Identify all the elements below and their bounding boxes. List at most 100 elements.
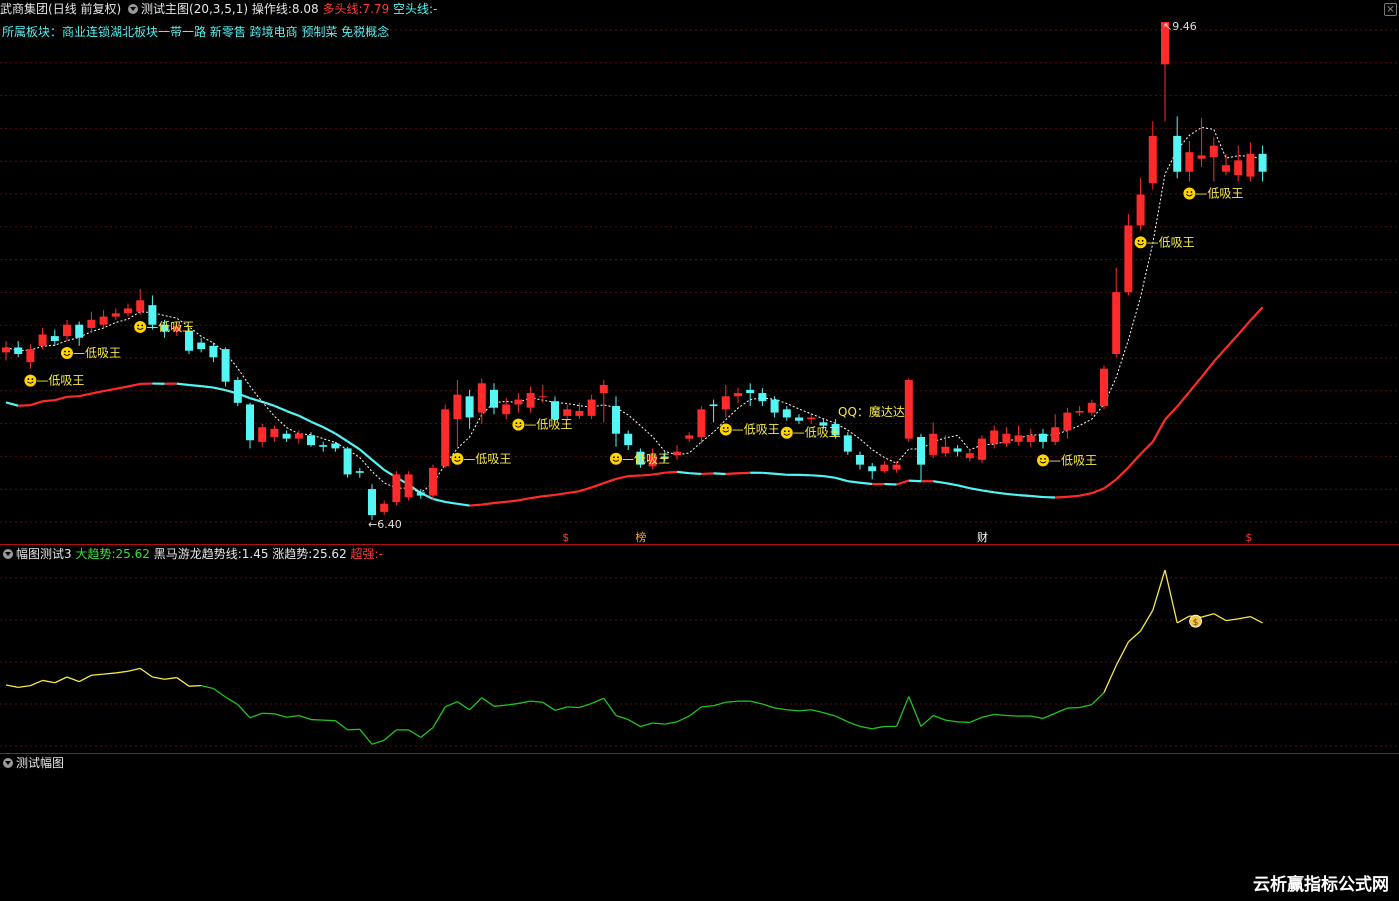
sub-trend-segment bbox=[823, 712, 836, 717]
smiley-icon bbox=[61, 346, 73, 359]
trend-line-segment bbox=[1139, 441, 1154, 455]
trend-line-segment bbox=[664, 470, 678, 474]
third-chart-header: 测试幅图 bbox=[0, 754, 64, 772]
candle bbox=[953, 445, 962, 457]
candle-body bbox=[307, 435, 315, 446]
horse-trend-value: 1.45 bbox=[241, 547, 269, 561]
sub-trend-segment bbox=[152, 676, 165, 680]
sub-trend-segment bbox=[1067, 706, 1080, 709]
trend-line-segment bbox=[1067, 494, 1080, 498]
trend-line-segment bbox=[1249, 306, 1264, 322]
smiley-face bbox=[610, 452, 622, 465]
smiley-icon bbox=[1037, 454, 1049, 467]
sub-trend-segment bbox=[103, 672, 116, 675]
candle bbox=[355, 467, 364, 478]
trend-line-segment bbox=[176, 382, 190, 387]
smiley-eye bbox=[1044, 457, 1046, 460]
trend-line-segment bbox=[286, 410, 300, 417]
kline-chart[interactable]: ↖9.46 ←6.40 —低吸王 —低吸王 —低吸王 —低吸王 —低吸王 —低吸王 —低吸王 —低… bbox=[0, 0, 1399, 901]
candle bbox=[978, 435, 986, 464]
sub-trend-segment bbox=[554, 706, 568, 711]
candle-body bbox=[87, 319, 96, 328]
candle-body bbox=[612, 406, 620, 434]
candle bbox=[526, 386, 535, 413]
smiley-eye bbox=[722, 427, 725, 429]
sub-trend-segment bbox=[994, 713, 1007, 717]
sub-trend-segment bbox=[774, 707, 787, 711]
sub-trend-segment bbox=[493, 704, 507, 707]
trend-line-segment bbox=[859, 481, 873, 486]
sub-trend-segment bbox=[932, 714, 946, 721]
candle bbox=[465, 389, 474, 429]
candle bbox=[1246, 142, 1255, 182]
candle-body bbox=[843, 435, 852, 452]
candle-body bbox=[2, 347, 10, 353]
sub-trend-segment bbox=[1140, 609, 1154, 632]
candle bbox=[87, 311, 96, 333]
sub-trend-segment bbox=[542, 701, 556, 711]
sub-chart-header: 幅图测试3 大趋势:25.62 黑马游龙趋势线:1.45 涨趋势:25.62 超… bbox=[0, 545, 383, 563]
sub-trend-segment bbox=[798, 709, 812, 712]
sub-trend-segment bbox=[5, 684, 19, 688]
sub-trend-segment bbox=[762, 703, 775, 709]
candle-body bbox=[1185, 152, 1194, 172]
trend-line-segment bbox=[811, 474, 824, 478]
trend-line-segment bbox=[701, 472, 714, 476]
candle bbox=[404, 471, 413, 501]
sub-trend-segment bbox=[274, 713, 287, 718]
trend-line-segment bbox=[127, 382, 141, 388]
smiley-icon bbox=[24, 374, 37, 387]
rise-trend-value: 25.62 bbox=[312, 547, 347, 561]
sub-trend-segment bbox=[1127, 630, 1142, 643]
candle bbox=[599, 380, 608, 423]
candle bbox=[209, 342, 218, 363]
smiley-eye bbox=[27, 378, 30, 381]
panel-separator-2 bbox=[0, 753, 1399, 754]
candle bbox=[111, 308, 120, 320]
candle bbox=[368, 484, 376, 520]
sub-trend-segment bbox=[872, 725, 885, 730]
candle bbox=[1161, 22, 1169, 122]
money-bag-glyph: $ bbox=[1193, 618, 1199, 628]
strong-label: 超强: bbox=[350, 547, 379, 561]
sub-trend-segment bbox=[640, 722, 653, 728]
sub-trend-segment bbox=[42, 679, 55, 684]
candle-body bbox=[63, 324, 71, 337]
smiley-icon bbox=[512, 418, 525, 431]
trend-line-segment bbox=[78, 392, 92, 398]
sub-trend-segment bbox=[615, 714, 629, 721]
sub-trend-segment bbox=[676, 715, 690, 723]
third-indicator-settings-icon[interactable] bbox=[3, 758, 13, 768]
third-indicator-name[interactable]: 测试幅图 bbox=[16, 756, 64, 770]
candle-body bbox=[429, 467, 437, 496]
candle bbox=[233, 376, 242, 407]
smiley-face bbox=[1134, 236, 1147, 249]
smiley-icon bbox=[1134, 236, 1147, 249]
smiley-face bbox=[24, 374, 37, 387]
candle-body bbox=[197, 342, 206, 350]
trend-line-segment bbox=[1200, 360, 1215, 378]
candle bbox=[50, 329, 59, 346]
candle bbox=[1222, 153, 1230, 175]
smiley-eye bbox=[1040, 457, 1042, 460]
candle bbox=[1234, 145, 1243, 182]
sub-indicator-name[interactable]: 幅图测试3 bbox=[16, 547, 72, 561]
sub-indicator-settings-icon[interactable] bbox=[3, 549, 13, 559]
candle-body bbox=[1234, 160, 1243, 175]
candle-body bbox=[892, 464, 901, 470]
candle bbox=[795, 414, 803, 424]
smiley-face bbox=[780, 426, 793, 439]
candle-body bbox=[380, 503, 389, 512]
candle bbox=[709, 399, 718, 423]
trend-line-segment bbox=[1176, 391, 1191, 408]
trend-line-segment bbox=[1018, 493, 1031, 498]
candle bbox=[26, 344, 35, 369]
candle bbox=[197, 337, 206, 353]
candle-body bbox=[416, 492, 425, 496]
candle-body bbox=[1112, 292, 1121, 354]
candle-body bbox=[1124, 225, 1133, 293]
sub-trend-segment bbox=[908, 696, 922, 727]
candle-body bbox=[1026, 435, 1035, 442]
sub-trend-segment bbox=[359, 728, 373, 745]
sub-trend-segment bbox=[945, 719, 958, 723]
